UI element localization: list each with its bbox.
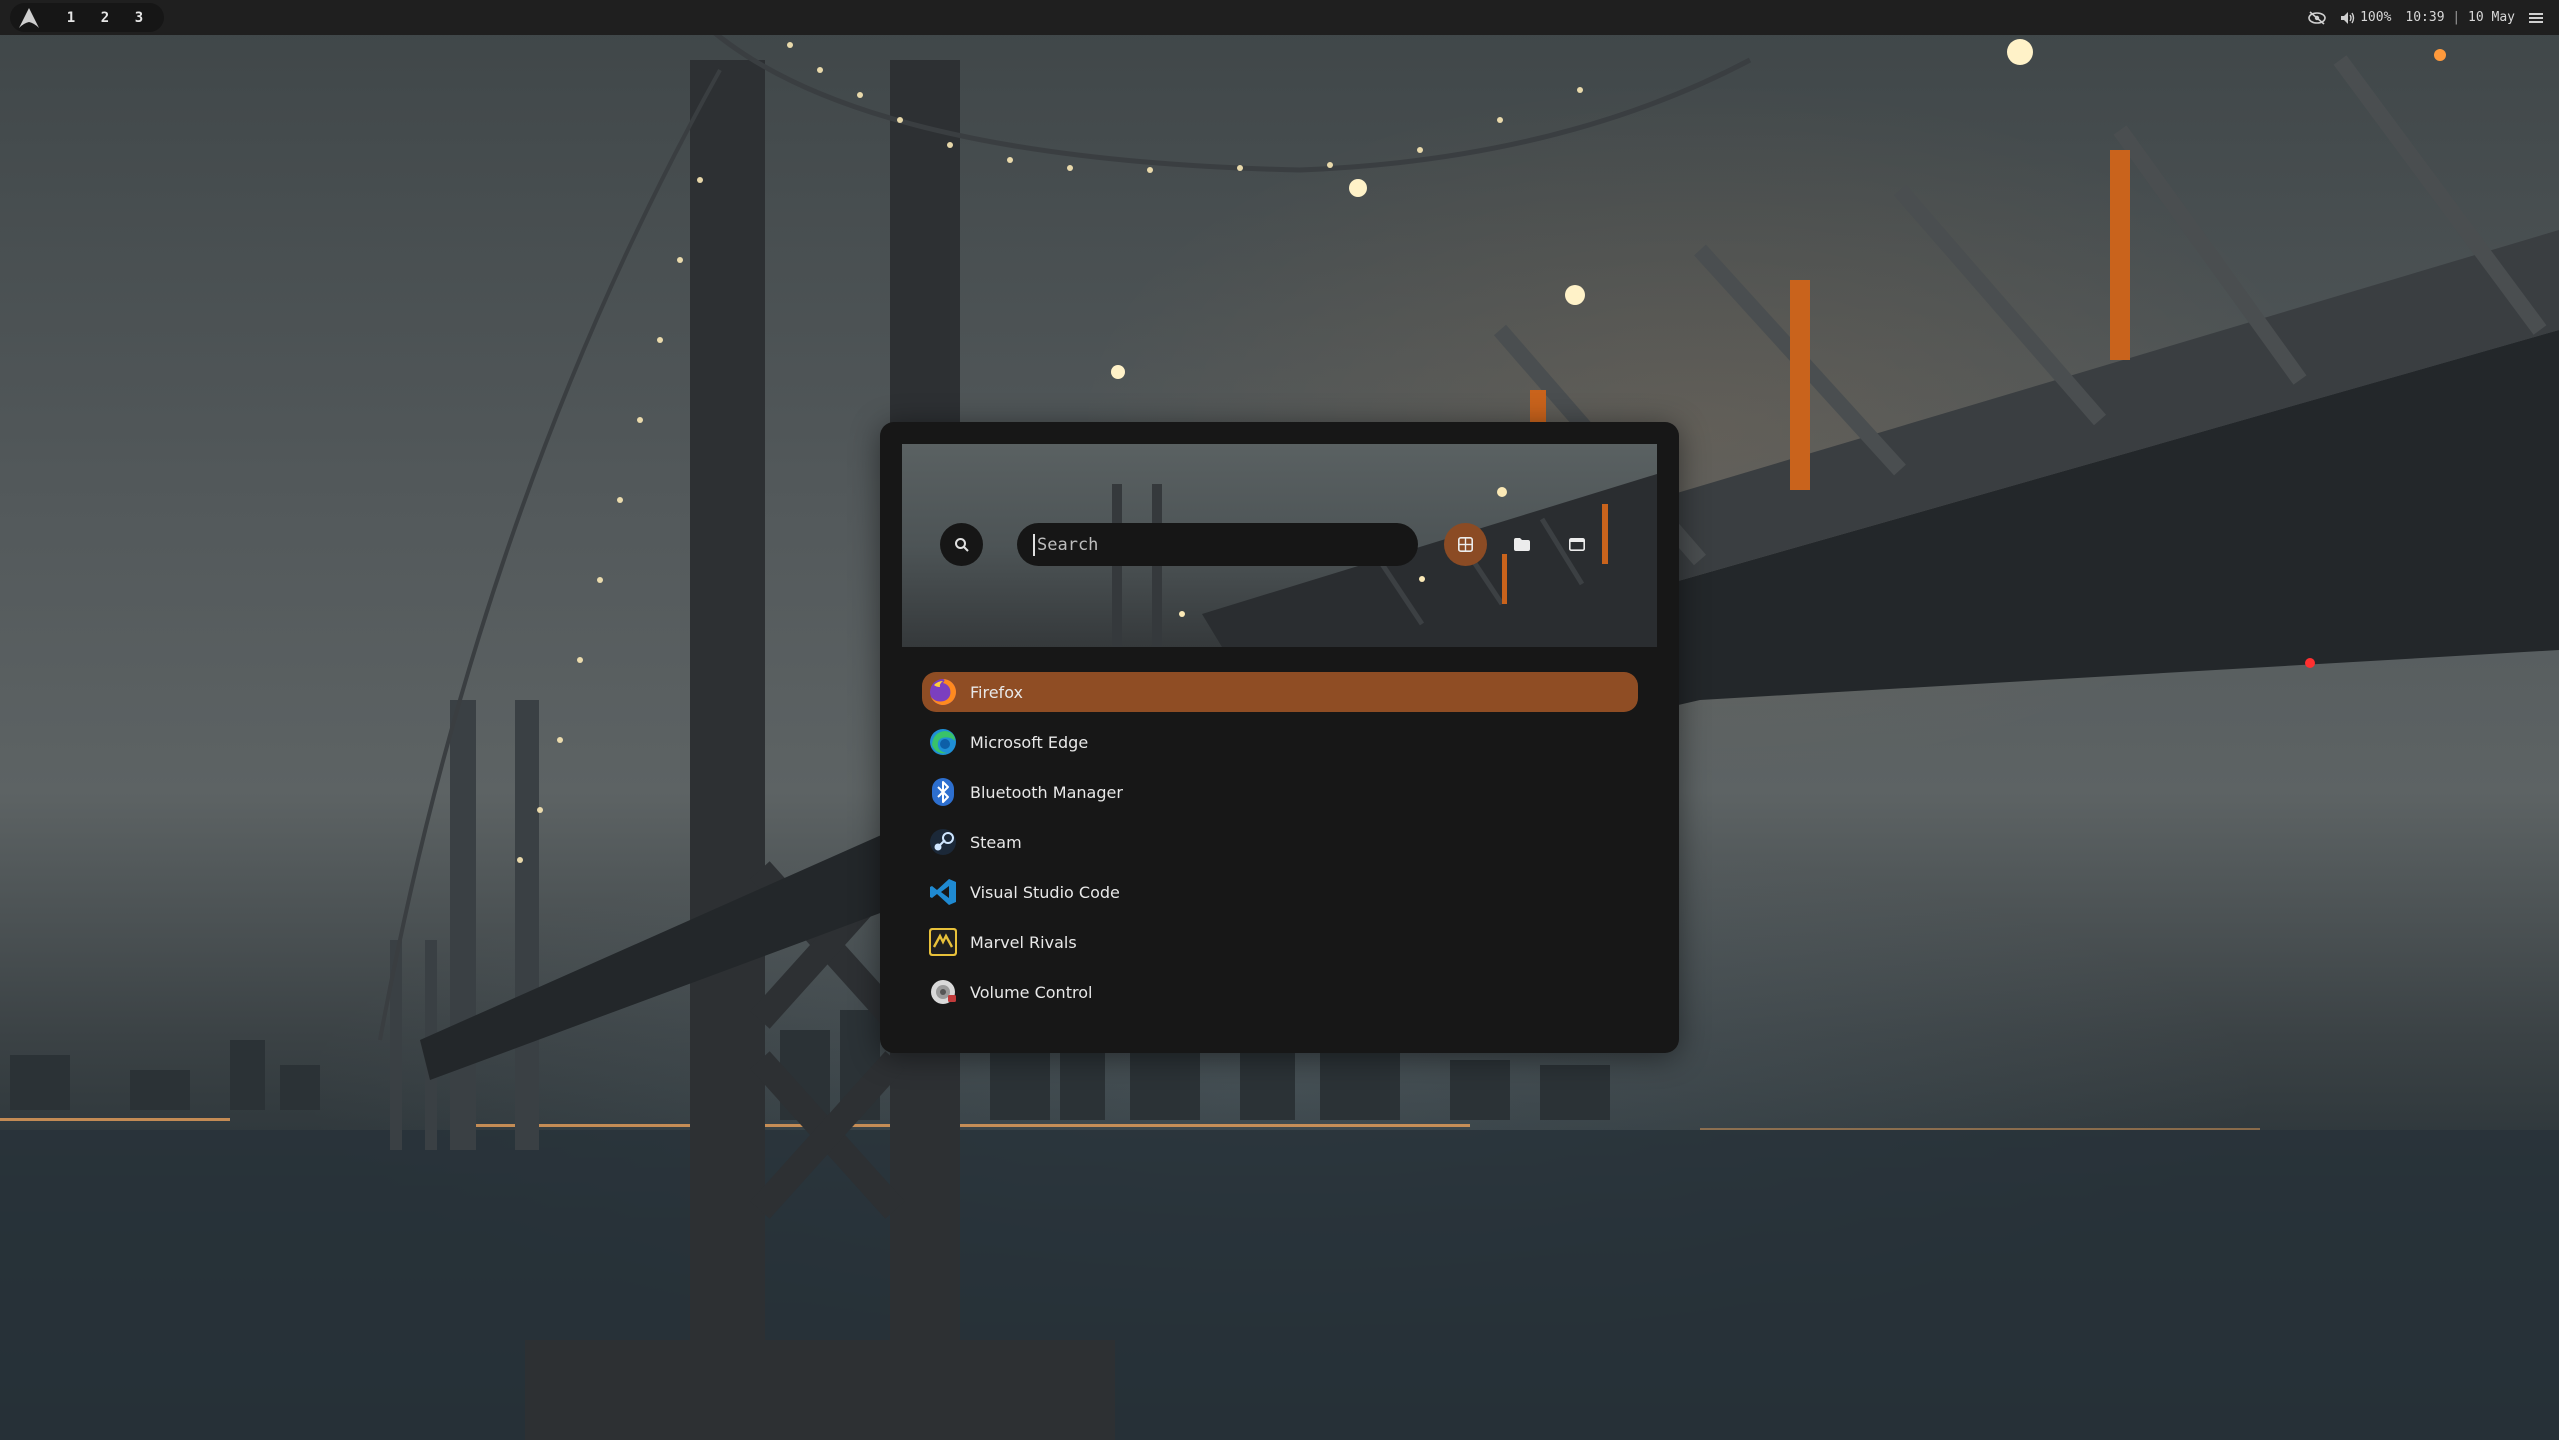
workspace-3-button[interactable]: 3: [122, 10, 156, 26]
folder-icon: [1513, 538, 1530, 551]
arch-linux-logo-icon[interactable]: [16, 5, 42, 31]
app-label: Firefox: [970, 682, 1023, 702]
app-label: Visual Studio Code: [970, 882, 1120, 902]
volume-widget[interactable]: 100%: [2340, 10, 2391, 25]
app-label: Steam: [970, 832, 1022, 852]
clock-widget[interactable]: 10:39 | 10 May: [2405, 10, 2515, 25]
speaker-icon: [2341, 11, 2355, 24]
app-label: Bluetooth Manager: [970, 782, 1123, 802]
window-icon: [1568, 538, 1585, 551]
workspace-switcher: 1 2 3: [10, 3, 164, 32]
apps-mode-button[interactable]: [1444, 523, 1487, 566]
bluetooth-icon: [926, 775, 960, 809]
clock-separator: |: [2452, 10, 2461, 25]
clock-time: 10:39: [2405, 10, 2445, 25]
system-tray: 100% 10:39 | 10 May: [2308, 10, 2549, 25]
app-item-bluetooth-manager[interactable]: Bluetooth Manager: [922, 772, 1638, 812]
search-button[interactable]: [940, 523, 983, 566]
app-item-firefox[interactable]: Firefox: [922, 672, 1638, 712]
menu-icon[interactable]: [2529, 12, 2543, 24]
eye-off-icon[interactable]: [2308, 10, 2326, 25]
apps-grid-icon: [1458, 537, 1473, 552]
app-label: Microsoft Edge: [970, 732, 1089, 752]
app-list: Firefox Microsoft Edge Bluetooth Manager…: [922, 672, 1638, 1022]
search-icon: [954, 537, 969, 552]
files-mode-button[interactable]: [1500, 523, 1543, 566]
edge-icon: [926, 725, 960, 759]
volume-level: 100%: [2360, 10, 2392, 25]
app-label: Marvel Rivals: [970, 932, 1077, 952]
app-item-visual-studio-code[interactable]: Visual Studio Code: [922, 872, 1638, 912]
vscode-icon: [926, 875, 960, 909]
workspace-2-button[interactable]: 2: [88, 10, 122, 26]
firefox-icon: [926, 675, 960, 709]
search-input[interactable]: [1033, 533, 1402, 556]
steam-icon: [926, 825, 960, 859]
clock-date: 10 May: [2468, 10, 2515, 25]
search-field[interactable]: [1017, 523, 1418, 566]
windows-mode-button[interactable]: [1555, 523, 1598, 566]
marvel-rivals-icon: [926, 925, 960, 959]
app-item-marvel-rivals[interactable]: Marvel Rivals: [922, 922, 1638, 962]
app-item-volume-control[interactable]: Volume Control: [922, 972, 1638, 1012]
top-panel: 1 2 3 100% 10:39 | 10 May: [0, 0, 2559, 35]
workspace-1-button[interactable]: 1: [54, 10, 88, 26]
app-label: Volume Control: [970, 982, 1093, 1002]
app-item-microsoft-edge[interactable]: Microsoft Edge: [922, 722, 1638, 762]
app-item-steam[interactable]: Steam: [922, 822, 1638, 862]
volume-control-icon: [926, 975, 960, 1009]
